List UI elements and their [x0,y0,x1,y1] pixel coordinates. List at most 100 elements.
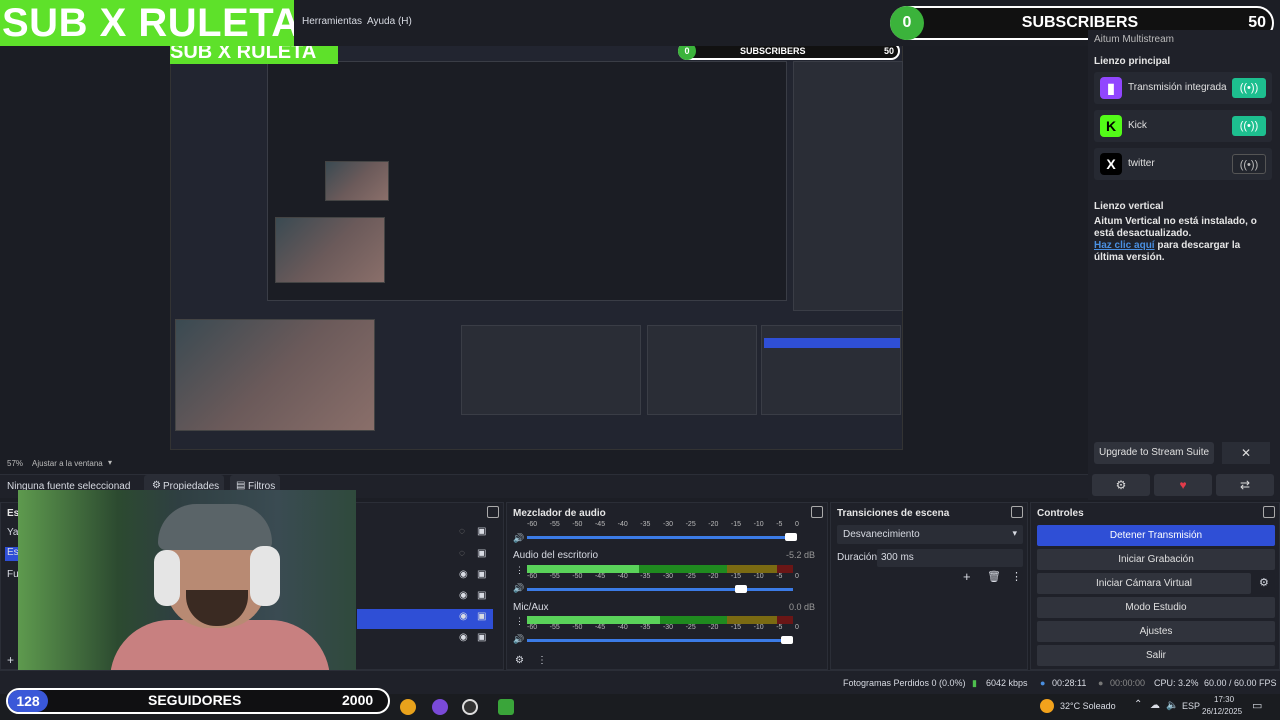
volume-slider[interactable] [527,533,797,541]
controls-title: Controles [1037,508,1084,519]
chevron-up-icon[interactable]: ⌃ [1134,699,1142,710]
eye-icon[interactable]: ◉ [459,569,468,580]
scene-item[interactable]: Fu [7,569,19,580]
add-icon[interactable]: + [963,569,971,584]
scale-tick: -60 [527,573,538,580]
eye-icon[interactable]: ◉ [459,632,468,643]
volume-knob[interactable] [785,533,797,541]
stream-toggle-off[interactable]: ((•)) [1232,154,1266,174]
zoom-mode[interactable]: Ajustar a la ventana [32,459,103,468]
download-link[interactable]: Haz clic aquí [1094,240,1155,251]
scale-tick: -40 [617,624,628,631]
scale-tick: -45 [594,573,606,580]
scale-tick: -50 [572,624,583,631]
lock-icon[interactable]: ▣ [477,611,486,622]
lock-icon[interactable]: ▣ [477,590,486,601]
obs-icon[interactable] [462,699,478,715]
scale-tick: -10 [753,624,764,631]
upgrade-button[interactable]: Upgrade to Stream Suite [1094,442,1214,464]
nested-preview [170,40,903,450]
stop-streaming-button[interactable]: Detener Transmisión [1037,525,1275,546]
nested-subs-goal: 50 [883,46,894,56]
volume-knob[interactable] [781,636,793,644]
scale-tick: -45 [594,624,606,631]
speaker-icon[interactable]: 🔊 [513,583,524,594]
duration-stepper[interactable]: 300 ms [877,549,1023,567]
stream-toggle-on[interactable]: ((•)) [1232,78,1266,98]
kebab-icon[interactable]: ⋮ [515,565,524,576]
stream-time: 00:28:11 [1052,678,1087,688]
trash-icon[interactable]: 🗑 [987,570,1001,583]
speaker-icon[interactable]: 🔊 [513,634,524,645]
panel-undock-icon[interactable] [1263,506,1275,518]
chrome-icon[interactable] [400,699,416,715]
transitions-title: Transiciones de escena [837,508,950,519]
clock-time[interactable]: 17:30 [1214,695,1234,704]
record-time: 00:00:00 [1110,678,1146,688]
nested-mixer [461,325,641,415]
volume-icon[interactable]: 🔈 [1166,700,1178,711]
app-icon[interactable] [498,699,514,715]
notification-icon[interactable]: ▭ [1252,699,1262,712]
audio-mixer-panel: Mezclador de audio -60 -55 -50 -45 -40 -35 -30… [506,502,828,670]
panel-undock-icon[interactable] [487,506,499,518]
kebab-icon[interactable]: ⋮ [537,655,547,666]
lock-icon[interactable]: ▣ [477,548,486,559]
start-recording-button[interactable]: Iniciar Grabación [1037,549,1275,570]
close-upgrade-button[interactable]: ✕ [1222,442,1270,464]
eye-hidden-icon[interactable]: ◌ [459,548,465,559]
menu-tools[interactable]: Herramientas [302,16,362,27]
scale-tick: -55 [549,573,560,580]
weather-text[interactable]: 32°C Soleado [1060,701,1116,711]
source-row-selected[interactable] [357,609,493,629]
scene-item[interactable]: Ya [7,527,19,538]
eye-icon[interactable]: ◉ [459,590,468,601]
volume-slider[interactable] [527,585,793,593]
gear-icon[interactable]: ⚙ [515,655,524,666]
studio-mode-button[interactable]: Modo Estudio [1037,597,1275,618]
language[interactable]: ESP [1182,701,1200,711]
exit-button[interactable]: Salir [1037,645,1275,666]
nested-dock [793,61,903,311]
stream-toggle-on[interactable]: ((•)) [1232,116,1266,136]
eye-icon[interactable]: ◉ [459,611,468,622]
panel-undock-icon[interactable] [811,506,823,518]
share-icon[interactable]: ⇄ [1216,474,1274,496]
scale-tick: 0 [794,624,799,631]
volume-knob[interactable] [735,585,747,593]
kebab-icon[interactable]: ⋮ [1011,570,1022,583]
mixer-title: Mezclador de audio [513,508,606,519]
start-virtual-camera-button[interactable]: Iniciar Cámara Virtual [1037,573,1251,594]
app-icon[interactable] [432,699,448,715]
obs-window: SUB X RULETA 0 SUBSCRIBERS 50 Herramient… [0,0,1280,720]
clock-date[interactable]: 26/12/2025 [1202,707,1242,716]
nested-subs-label: SUBSCRIBERS [740,46,806,56]
channel-name: Mic/Aux [513,602,549,613]
heart-icon[interactable]: ♥ [1154,474,1212,496]
webcam-source[interactable] [18,490,356,680]
sun-icon [1040,699,1054,713]
volume-slider[interactable] [527,636,793,644]
eye-hidden-icon[interactable]: ◌ [459,526,465,537]
signal-icon: ▮ [972,678,977,688]
lock-icon[interactable]: ▣ [477,569,486,580]
gear-icon[interactable]: ⚙ [1092,474,1150,496]
scale-tick: -10 [753,573,764,580]
panel-undock-icon[interactable] [1011,506,1023,518]
scene-item-active[interactable]: Es [5,547,19,561]
gear-icon[interactable]: ⚙ [1259,576,1269,589]
kebab-icon[interactable]: ⋮ [515,616,524,627]
cloud-icon[interactable]: ☁ [1150,700,1160,711]
lock-icon[interactable]: ▣ [477,526,486,537]
scale-tick: -15 [730,521,742,528]
menu-help[interactable]: Ayuda (H) [367,16,412,27]
fps: 60.00 / 60.00 FPS [1204,678,1277,688]
sub-ruleta-banner: SUB X RULETA [0,0,294,46]
settings-button[interactable]: Ajustes [1037,621,1275,642]
chevron-down-icon[interactable]: ▾ [108,458,112,467]
speaker-icon[interactable]: 🔊 [513,533,524,544]
lock-icon[interactable]: ▣ [477,632,486,643]
transition-select[interactable]: Desvanecimiento ▾ [837,525,1023,544]
stream-icon: ● [1040,678,1046,688]
add-scene-button[interactable]: + [7,653,14,667]
